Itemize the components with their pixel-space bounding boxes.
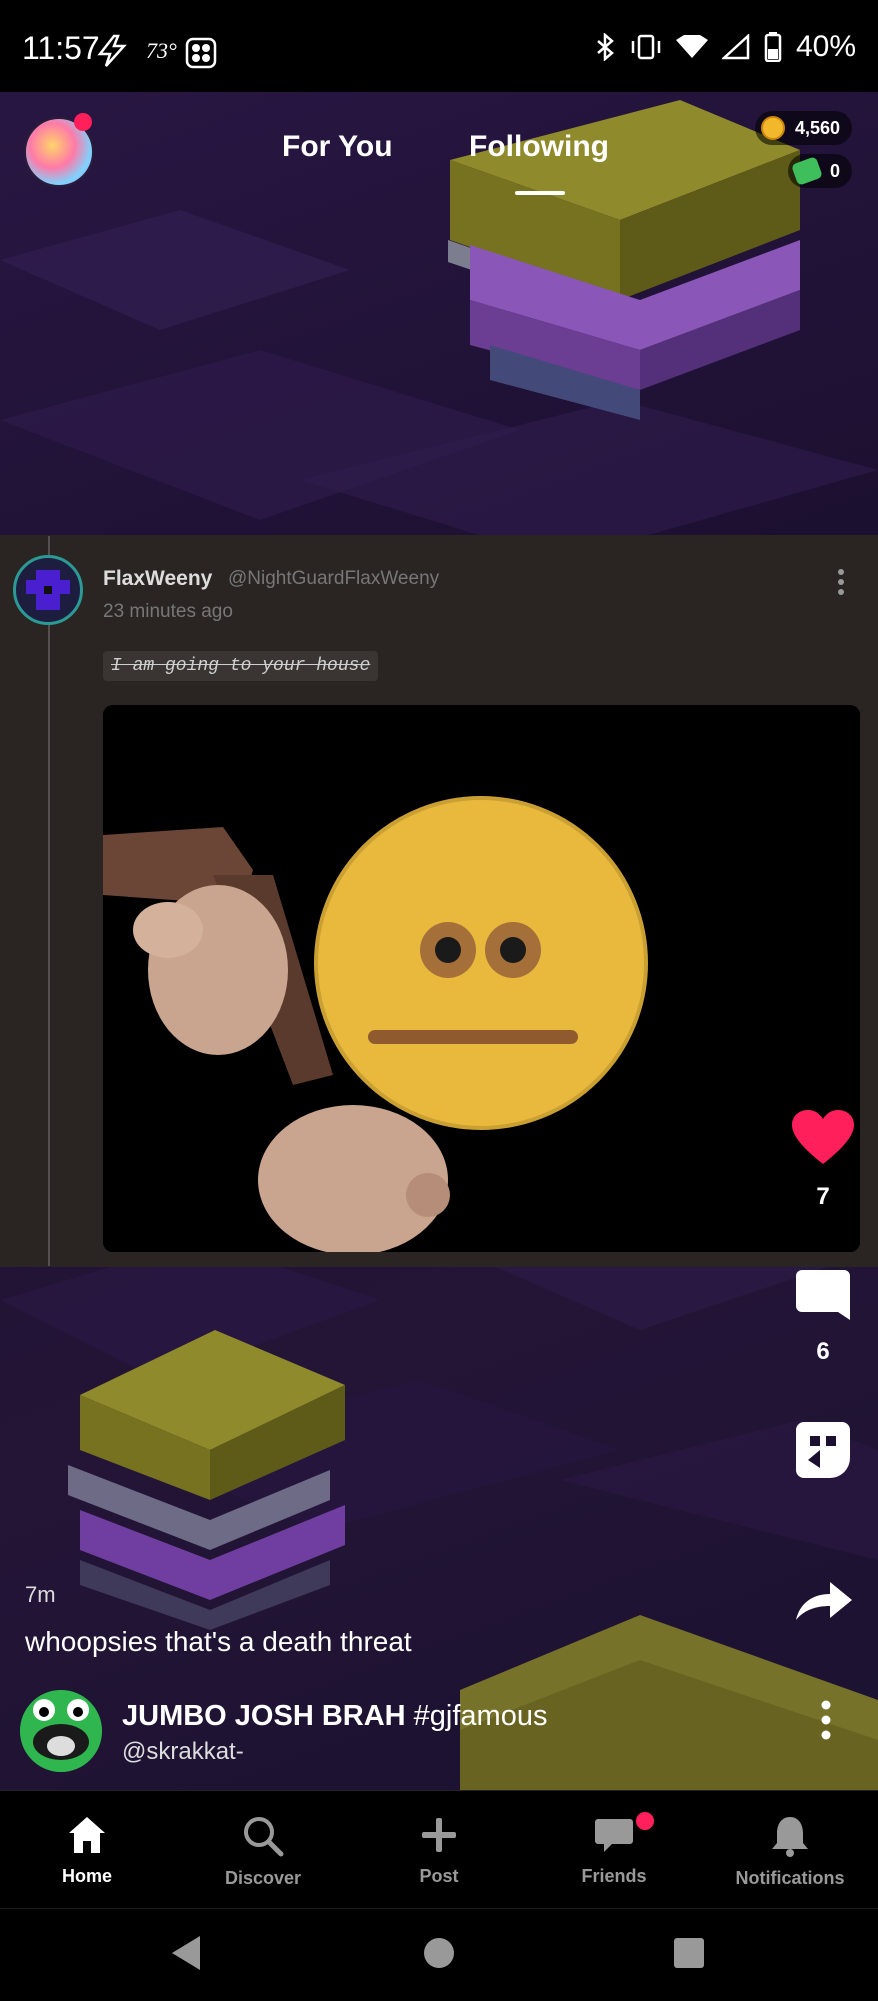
- battery-icon: [764, 32, 782, 62]
- post-caption: whoopsies that's a death threat: [25, 1626, 412, 1657]
- friends-badge: [636, 1812, 654, 1830]
- battery-percent: 40%: [795, 30, 856, 63]
- plus-icon: [422, 1818, 456, 1852]
- nav-home[interactable]: Home: [12, 1815, 162, 1887]
- author-name[interactable]: JUMBO JOSH BRAH: [122, 1700, 406, 1732]
- coins-balance[interactable]: 4,560: [754, 111, 852, 145]
- author-name-line[interactable]: JUMBO JOSH BRAH #gjfamous: [122, 1700, 547, 1733]
- frog-avatar: [20, 1690, 102, 1772]
- coin-icon: [760, 116, 785, 140]
- tab-for-you[interactable]: For You: [282, 130, 393, 164]
- gem-icon: [791, 156, 823, 186]
- tab-following[interactable]: Following: [469, 130, 609, 164]
- remix-icon[interactable]: [794, 1420, 852, 1480]
- embedded-strikethrough-text: I am going to your house: [103, 651, 379, 681]
- embedded-handle[interactable]: @NightGuardFlaxWeeny: [228, 568, 439, 590]
- author-avatar[interactable]: [20, 1690, 102, 1772]
- embedded-display-name[interactable]: FlaxWeeny: [103, 567, 212, 591]
- active-tab-indicator: [515, 191, 565, 195]
- home-icon: [69, 1817, 105, 1853]
- nav-home-label: Home: [61, 1866, 112, 1886]
- emoji-gun-meme: [103, 705, 860, 1252]
- avatar-figure: [26, 570, 70, 610]
- nav-notifications-label: Notifications: [735, 1868, 845, 1888]
- nav-post[interactable]: Post: [364, 1815, 514, 1887]
- nav-discover-label: Discover: [224, 1868, 302, 1888]
- back-icon[interactable]: [168, 1934, 204, 1972]
- home-circle-icon[interactable]: [423, 1937, 455, 1969]
- embedded-timestamp: 23 minutes ago: [103, 601, 233, 622]
- status-temperature: 73°: [146, 38, 177, 63]
- status-time: 11:57: [22, 30, 100, 66]
- thread-line: [48, 536, 50, 1266]
- wifi-icon: [675, 35, 708, 58]
- comment-icon[interactable]: [794, 1268, 852, 1326]
- chat-icon: [595, 1819, 633, 1852]
- like-count: 7: [816, 1183, 830, 1210]
- bell-icon: [772, 1817, 808, 1857]
- coins-count: 4,560: [794, 117, 840, 138]
- nav-discover[interactable]: Discover: [188, 1815, 338, 1889]
- vibrate-icon: [631, 34, 661, 60]
- post-age: 7m: [25, 1582, 56, 1607]
- like-heart-icon[interactable]: [792, 1110, 854, 1166]
- post-more-icon[interactable]: [818, 1700, 834, 1740]
- embedded-more-icon[interactable]: [836, 568, 846, 598]
- share-icon[interactable]: [794, 1580, 854, 1624]
- author-handle[interactable]: @skrakkat-: [122, 1738, 244, 1766]
- status-indicators: 40%: [594, 30, 856, 64]
- nav-post-label: Post: [419, 1866, 459, 1886]
- gems-count: 0: [829, 160, 840, 181]
- gems-balance[interactable]: 0: [787, 154, 852, 188]
- bluetooth-icon: [597, 33, 614, 61]
- recents-icon[interactable]: [673, 1937, 705, 1969]
- flash-icon: [97, 34, 127, 67]
- comment-count: 6: [816, 1338, 830, 1365]
- author-hashtag[interactable]: #gjfamous: [414, 1700, 548, 1732]
- nav-notifications[interactable]: Notifications: [715, 1815, 865, 1889]
- embedded-media-image[interactable]: [103, 705, 860, 1252]
- cell-signal-icon: [721, 34, 750, 60]
- app-notification-icon: [185, 37, 217, 69]
- nav-friends[interactable]: Friends: [539, 1815, 689, 1887]
- embedded-author-avatar[interactable]: [13, 555, 83, 625]
- search-icon: [244, 1817, 284, 1857]
- profile-notification-dot: [74, 113, 92, 131]
- nav-friends-label: Friends: [581, 1866, 647, 1886]
